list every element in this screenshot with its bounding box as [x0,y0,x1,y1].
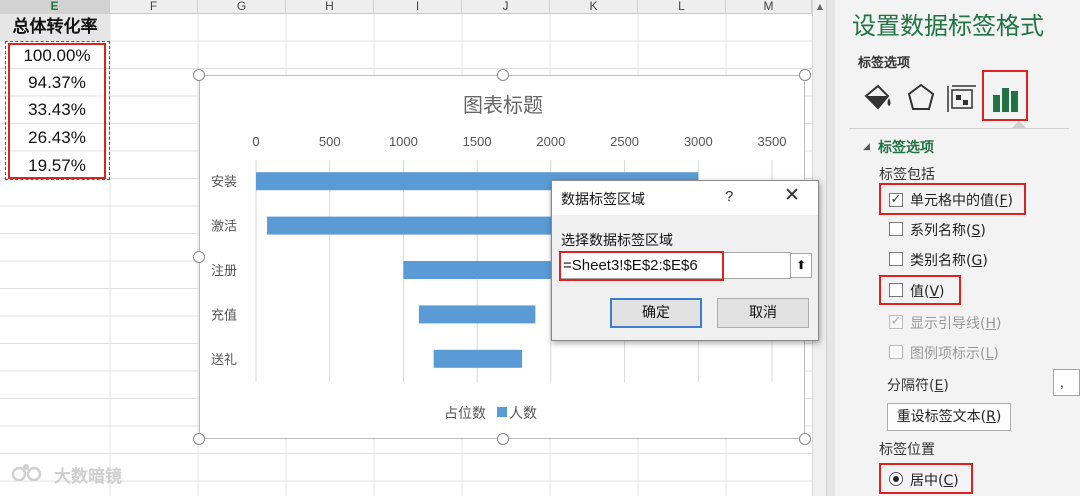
chart-resize-handle[interactable] [193,251,205,263]
format-data-labels-pane: 设置数据标签格式 标签选项 ◢ 标签选项 标签包括 ✓ 单元格中的值(F) 系列… [835,0,1080,496]
legend-key-checkbox [889,345,903,359]
chart-resize-handle[interactable] [799,433,811,445]
watermark-logo-icon [11,464,42,482]
chart-x-axis[interactable]: 0 500 1000 1500 2000 2500 3000 3500 [252,134,786,149]
series-name-label[interactable]: 系列名称(S) [910,220,986,240]
column-header-m[interactable]: M [726,0,812,14]
category-name-checkbox[interactable] [889,252,903,266]
size-properties-icon[interactable] [942,78,982,118]
chart-resize-handle[interactable] [497,69,509,81]
column-header-l[interactable]: L [638,0,726,14]
dialog-titlebar[interactable]: 数据标签区域 ? ✕ [552,181,818,215]
help-icon[interactable]: ? [725,188,733,205]
column-header-h[interactable]: H [286,0,374,14]
chart-y-axis[interactable]: 安装激活注册充值送礼 [211,175,237,368]
y-category-label: 安装 [211,175,237,190]
x-tick-label: 0 [252,134,259,149]
close-icon[interactable]: ✕ [782,186,802,206]
cells-highlight-box [8,43,106,179]
y-category-label: 充值 [211,307,237,323]
bar-people[interactable] [433,349,523,368]
x-tick-label: 3000 [684,134,713,149]
x-tick-label: 3500 [758,134,787,149]
center-radio[interactable] [889,472,903,486]
scroll-up-arrow-icon[interactable]: ▲ [813,0,826,14]
pane-splitter[interactable] [826,0,835,496]
chart-title[interactable]: 图表标题 [463,93,543,117]
y-category-label: 注册 [211,264,237,279]
column-header-e[interactable]: E [0,0,110,14]
x-tick-label: 1000 [389,134,418,149]
y-category-label: 送礼 [211,352,237,368]
collapse-dialog-icon[interactable]: ⬆ [790,253,812,278]
value-from-cells-label[interactable]: 单元格中的值(F) [910,190,1013,210]
range-input[interactable]: =Sheet3!$E$2:$E$6 [559,252,791,279]
fill-line-icon[interactable] [858,78,898,118]
x-tick-label: 1500 [463,134,492,149]
legend-key-label: 图例项标示(L) [910,346,999,362]
tab-selected-pointer [1011,121,1027,129]
legend-entry-people[interactable]: 人数 [509,406,537,422]
show-leader-lines-checkbox: ✓ [889,314,903,329]
show-leader-lines-label: 显示引导线(H) [910,316,1002,332]
series-name-checkbox[interactable] [889,222,903,236]
header-cell-total-conversion[interactable]: 总体转化率 [0,14,110,41]
category-name-label[interactable]: 类别名称(G) [910,250,988,270]
column-header-k[interactable]: K [550,0,638,14]
effects-icon[interactable] [901,78,941,118]
legend-entry-placeholder[interactable]: 占位数 [444,406,486,422]
collapse-triangle-icon[interactable]: ◢ [863,142,870,152]
cancel-button[interactable]: 取消 [717,298,809,328]
x-tick-label: 500 [319,134,341,149]
reset-label-text-button[interactable]: 重设标签文本(R) [887,403,1011,431]
chart-resize-handle[interactable] [193,433,205,445]
value-from-cells-checkbox[interactable]: ✓ [889,193,903,207]
separator-label: 分隔符(E) [887,378,949,394]
label-options-tab-highlight-box [982,70,1028,121]
label-contains-heading: 标签包括 [879,167,935,183]
chart-resize-handle[interactable] [497,433,509,445]
tab-divider [849,128,1069,129]
column-header-g[interactable]: G [198,0,286,14]
chart-resize-handle[interactable] [799,69,811,81]
value-label[interactable]: 值(V) [910,281,945,301]
ok-button[interactable]: 确定 [610,298,702,328]
column-header-i[interactable]: I [374,0,462,14]
chart-resize-handle[interactable] [193,69,205,81]
section-title-label-options[interactable]: 标签选项 [878,137,934,157]
watermark-text: 大数暗镜 [54,467,122,487]
legend-swatch-people [497,407,507,417]
range-field-label: 选择数据标签区域 [561,233,673,249]
center-label[interactable]: 居中(C) [910,470,959,490]
separator-dropdown[interactable]: , [1053,369,1080,396]
column-header-j[interactable]: J [462,0,550,14]
value-checkbox[interactable] [889,283,903,297]
x-tick-label: 2500 [610,134,639,149]
x-tick-label: 2000 [536,134,565,149]
chart-legend[interactable]: 占位数 人数 [444,406,537,422]
pane-title: 设置数据标签格式 [852,12,1044,40]
label-position-heading: 标签位置 [879,442,935,458]
column-headers: E F G H I J K L M [0,0,812,14]
bar-people[interactable] [418,305,536,324]
data-label-range-dialog[interactable]: 数据标签区域 ? ✕ 选择数据标签区域 =Sheet3!$E$2:$E$6 ⬆ … [551,180,819,341]
pane-subtitle[interactable]: 标签选项 [858,52,910,71]
dialog-title: 数据标签区域 [561,192,645,208]
y-category-label: 激活 [211,220,237,235]
bar-people[interactable] [403,261,551,279]
column-header-f[interactable]: F [110,0,198,14]
